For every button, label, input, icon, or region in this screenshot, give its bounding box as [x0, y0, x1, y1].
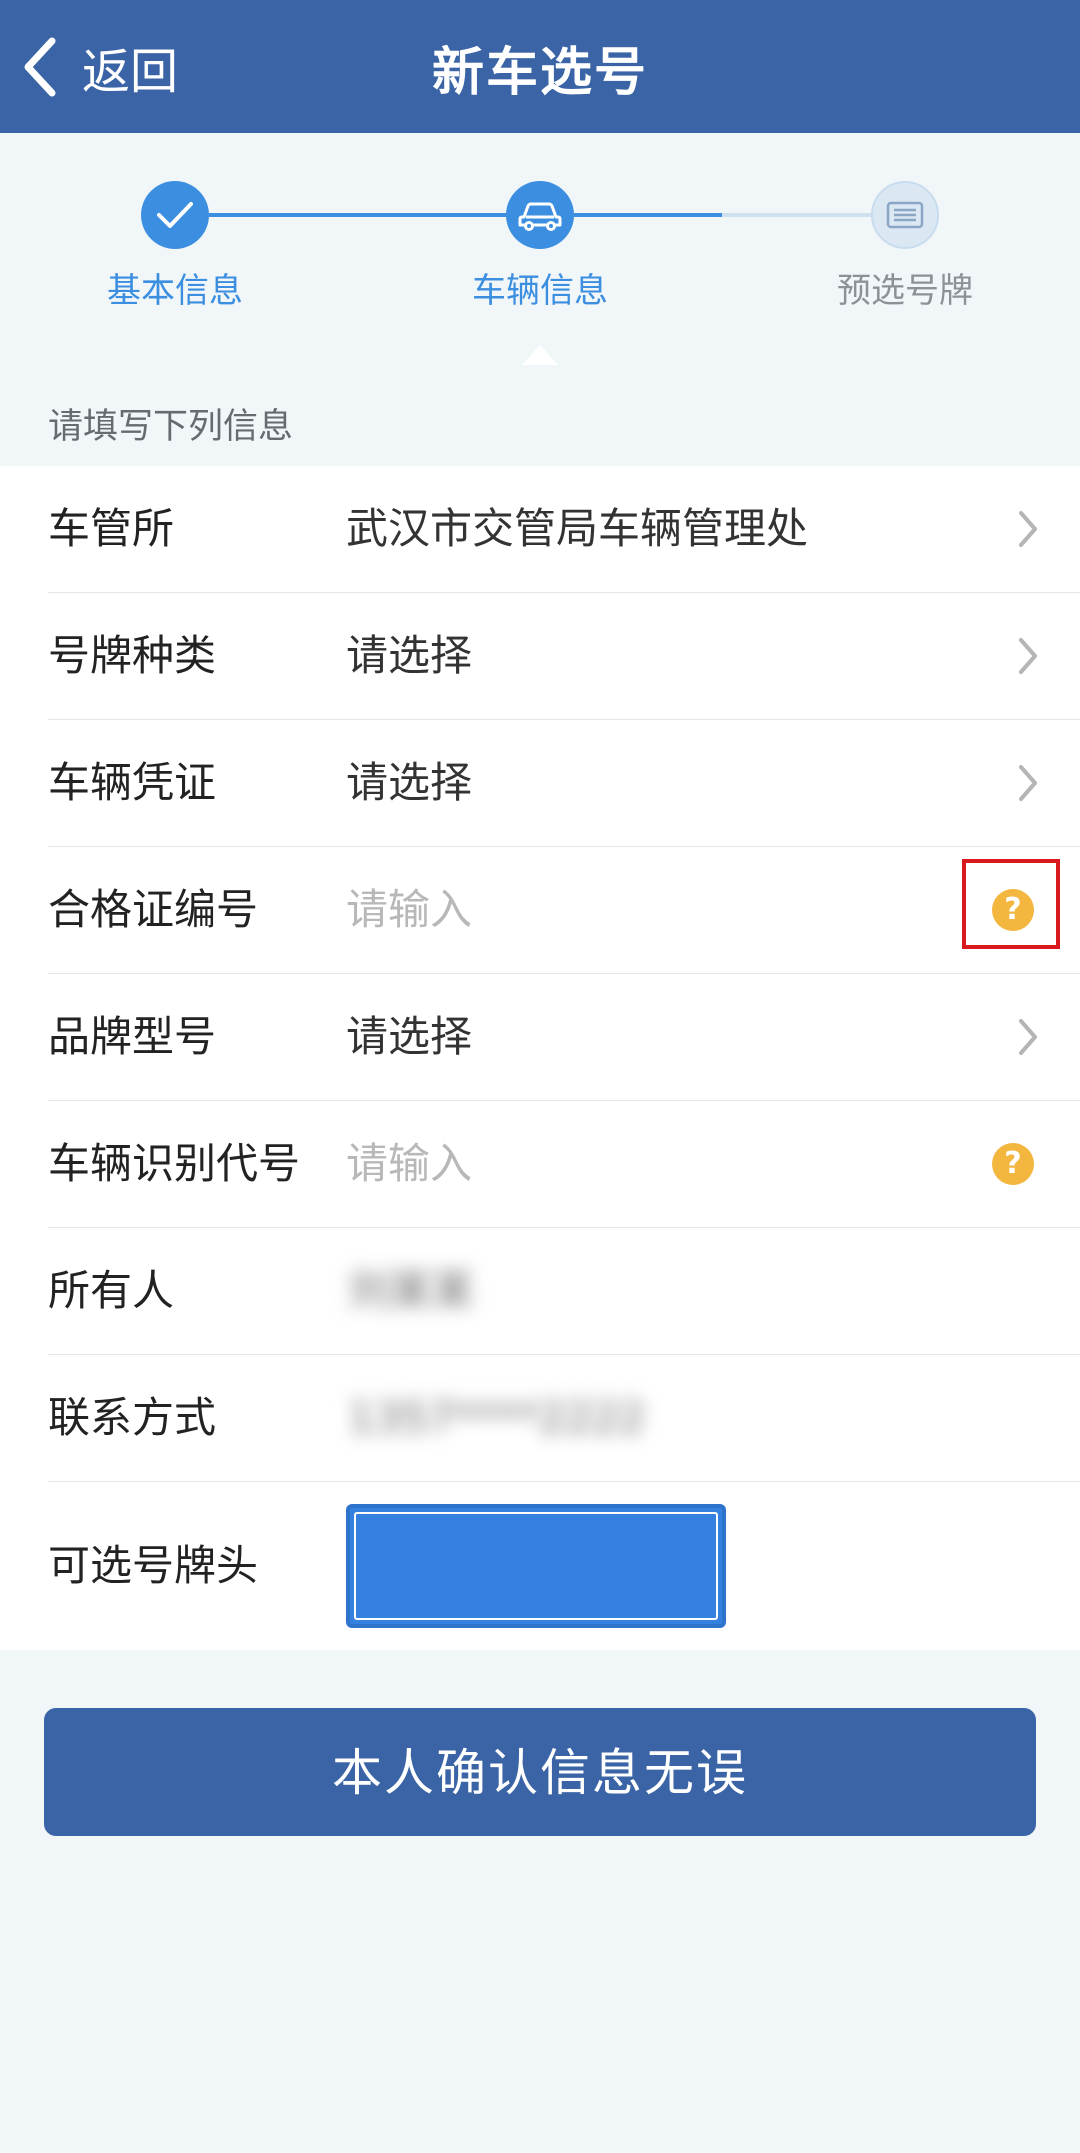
vehicle-certificate-value: 请选择 — [346, 758, 473, 807]
step-preselect-plate — [871, 181, 939, 249]
chevron-right-icon — [1019, 765, 1037, 801]
car-icon — [518, 202, 562, 231]
row-vehicle-office[interactable]: 车管所 武汉市交管局车辆管理处 — [48, 466, 1080, 593]
row-brand-model[interactable]: 品牌型号 请选择 — [48, 974, 1080, 1101]
contact-value: 1357****2222 — [348, 1393, 646, 1442]
row-label: 合格证编号 — [48, 885, 259, 934]
highlight-box — [962, 859, 1060, 949]
step-progress: 基本信息 车辆信息 预选号牌 — [0, 133, 1080, 373]
plate-icon — [886, 201, 924, 229]
step-label-plate: 预选号牌 — [837, 271, 973, 311]
row-label: 联系方式 — [48, 1393, 217, 1442]
help-icon[interactable]: ? — [992, 1143, 1034, 1185]
row-label: 品牌型号 — [48, 1012, 217, 1061]
row-contact: 联系方式 1357****2222 — [48, 1355, 1080, 1482]
brand-model-value: 请选择 — [346, 1012, 473, 1061]
owner-value: 刘某某 — [348, 1266, 475, 1315]
step-line-pending — [722, 213, 872, 217]
step-line-current — [574, 213, 722, 217]
form-hint: 请填写下列信息 — [48, 407, 294, 447]
row-plate-type[interactable]: 号牌种类 请选择 — [48, 593, 1080, 720]
row-label: 所有人 — [48, 1266, 175, 1315]
check-icon — [157, 202, 193, 228]
plate-type-value: 请选择 — [346, 631, 473, 680]
vehicle-office-value: 武汉市交管局车辆管理处 — [346, 504, 809, 553]
row-vehicle-certificate[interactable]: 车辆凭证 请选择 — [48, 720, 1080, 847]
row-label: 车管所 — [48, 504, 175, 553]
row-vin: 车辆识别代号 请输入 ? — [48, 1101, 1080, 1228]
step-label-basic: 基本信息 — [107, 271, 243, 311]
row-label: 车辆凭证 — [48, 758, 217, 807]
vin-input[interactable]: 请输入 — [346, 1101, 472, 1227]
step-pointer — [522, 345, 558, 365]
top-bar: 返回 新车选号 — [0, 0, 1080, 133]
vehicle-form: 车管所 武汉市交管局车辆管理处 号牌种类 请选择 车辆凭证 请选择 合格证编号 … — [0, 466, 1080, 1650]
row-label: 可选号牌头 — [48, 1541, 259, 1590]
chevron-right-icon — [1019, 511, 1037, 547]
step-basic-info — [141, 181, 209, 249]
page-title: 新车选号 — [431, 43, 648, 103]
chevron-right-icon — [1019, 638, 1037, 674]
chevron-right-icon — [1019, 1019, 1037, 1055]
plate-prefix-border — [354, 1512, 718, 1620]
certificate-number-input[interactable]: 请输入 — [346, 847, 472, 973]
row-owner: 所有人 刘某某 — [48, 1228, 1080, 1355]
row-label: 号牌种类 — [48, 631, 217, 680]
row-certificate-number: 合格证编号 请输入 ? — [48, 847, 1080, 974]
plate-prefix-option[interactable] — [346, 1504, 726, 1628]
step-line-done — [209, 213, 509, 217]
confirm-button[interactable]: 本人确认信息无误 — [44, 1708, 1036, 1836]
step-label-vehicle: 车辆信息 — [472, 271, 608, 311]
row-label: 车辆识别代号 — [48, 1139, 301, 1188]
step-vehicle-info — [506, 181, 574, 249]
